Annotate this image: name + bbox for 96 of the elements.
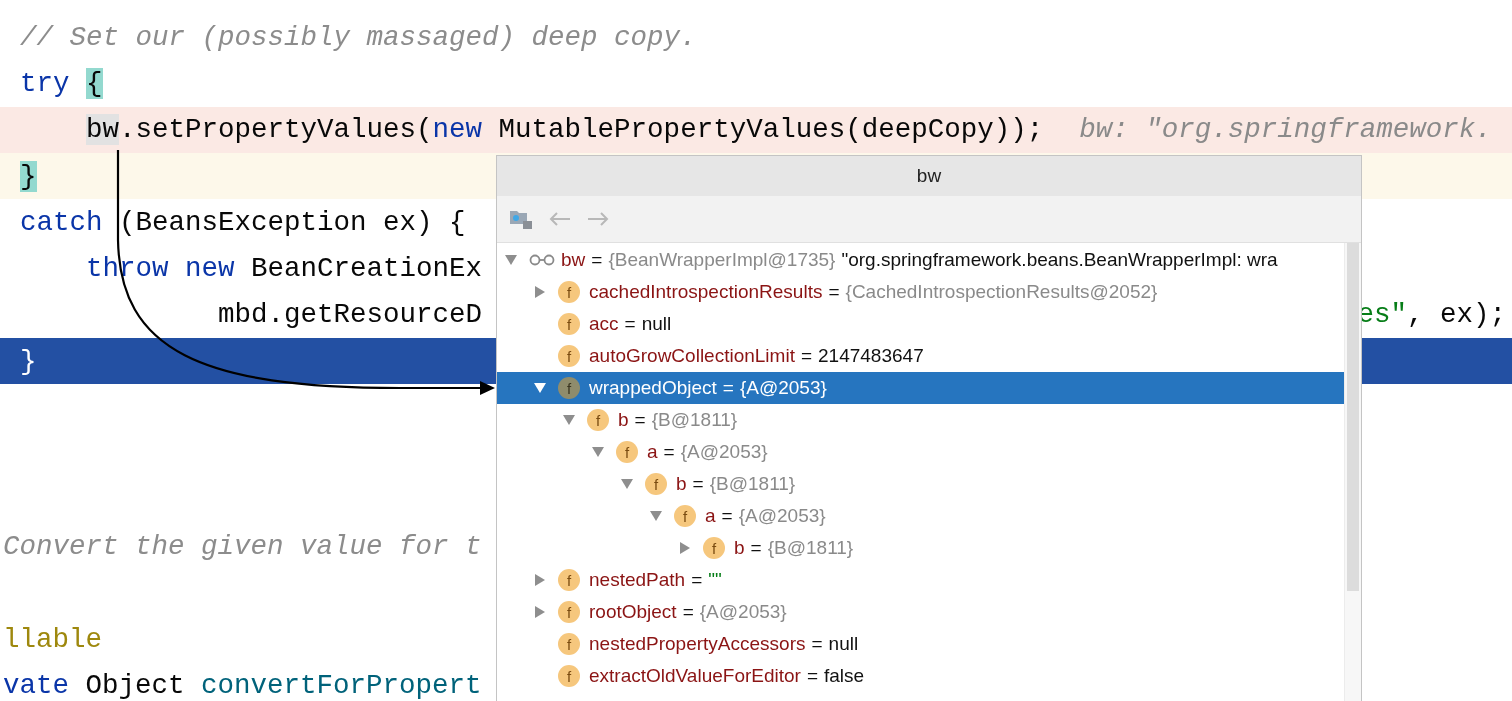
tree-row[interactable]: f b = {B@1811} [497, 468, 1344, 500]
variable-value: {A@2053} [699, 601, 787, 623]
equals-sign: = [811, 633, 823, 655]
field-icon: f [558, 313, 580, 335]
variable-value: {BeanWrapperImpl@1735} [608, 249, 836, 271]
field-icon: f [558, 569, 580, 591]
tree-row[interactable]: f nestedPath = "" [497, 564, 1344, 596]
code-line: catch (BeansException ex) { [20, 206, 466, 238]
variable-name: b [676, 473, 687, 495]
code-line: // Set our (possibly massaged) deep copy. [20, 21, 697, 53]
code-line: bw.setPropertyValues(new MutablePropertyValues(deepCopy)); [86, 114, 1044, 146]
field-icon: f [703, 537, 725, 559]
variable-value: null [641, 313, 672, 335]
equals-sign: = [722, 377, 734, 399]
variable-name: autoGrowCollectionLimit [589, 345, 795, 367]
variable-value: {A@2053} [680, 441, 768, 463]
expanded-arrow-icon[interactable] [504, 254, 518, 266]
field-icon: f [587, 409, 609, 431]
variable-value: {CachedIntrospectionResults@2052} [845, 281, 1158, 303]
tree-row[interactable]: f a = {A@2053} [497, 500, 1344, 532]
equals-sign: = [591, 249, 603, 271]
field-icon: f [558, 633, 580, 655]
code-line: try { [20, 67, 103, 99]
equals-sign: = [682, 601, 694, 623]
variable-value: "" [708, 569, 722, 591]
expanded-arrow-icon[interactable] [562, 414, 576, 426]
tree-row[interactable]: f cachedIntrospectionResults = {CachedIntrospectionResults@2052} [497, 276, 1344, 308]
code-line: vate Object convertForPropert [3, 669, 482, 701]
variable-name: rootObject [589, 601, 677, 623]
collapsed-arrow-icon[interactable] [679, 541, 691, 555]
code-line: mbd.getResourceD [218, 299, 483, 331]
tree-row[interactable]: f nestedPropertyAccessors = null [497, 628, 1344, 660]
equals-sign: = [828, 281, 840, 303]
collapsed-arrow-icon[interactable] [534, 573, 546, 587]
variable-name: a [705, 505, 716, 527]
forward-arrow-icon[interactable] [587, 212, 609, 226]
variable-value: false [824, 665, 865, 687]
variable-name: wrappedObject [589, 377, 717, 399]
field-icon: f [558, 665, 580, 687]
code-line: } [20, 345, 37, 377]
field-icon: f [558, 601, 580, 623]
collapsed-arrow-icon[interactable] [534, 285, 546, 299]
scrollbar-thumb[interactable] [1347, 243, 1359, 591]
variable-value: {B@1811} [709, 473, 796, 495]
equals-sign: = [663, 441, 675, 463]
equals-sign: = [800, 345, 813, 367]
inline-value-hint: bw: "org.springframework. [1079, 114, 1492, 146]
equals-sign: = [806, 665, 818, 687]
equals-sign: = [692, 473, 704, 495]
expanded-arrow-icon[interactable] [591, 446, 605, 458]
field-icon: f [645, 473, 667, 495]
field-icon: f [558, 377, 580, 399]
popup-title: bw [497, 156, 1361, 196]
variable-name: bw [561, 249, 586, 271]
variable-value: {B@1811} [651, 409, 738, 431]
expanded-arrow-icon[interactable] [620, 478, 634, 490]
field-icon: f [674, 505, 696, 527]
field-icon: f [558, 281, 580, 303]
glasses-icon [529, 254, 555, 266]
code-line: llable [3, 623, 103, 655]
tree-row[interactable]: f rootObject = {A@2053} [497, 596, 1344, 628]
field-icon: f [616, 441, 638, 463]
tree-row[interactable]: f autoGrowCollectionLimit = 2147483647 [497, 340, 1344, 372]
tree-row[interactable]: bw = {BeanWrapperImpl@1735} "org.springframework.beans.BeanWrapperImpl: wra [497, 244, 1344, 276]
variable-name: acc [589, 313, 619, 335]
variable-value: 2147483647 [818, 345, 924, 367]
field-icon: f [558, 345, 580, 367]
tree-row[interactable]: f b = {B@1811} [497, 404, 1344, 436]
tree-row[interactable]: f a = {A@2053} [497, 436, 1344, 468]
variable-value: {A@2053} [738, 505, 826, 527]
equals-sign: = [624, 313, 636, 335]
expanded-arrow-icon[interactable] [533, 382, 547, 394]
tree-row[interactable]: f acc = null [497, 308, 1344, 340]
back-arrow-icon[interactable] [549, 212, 571, 226]
tree-row[interactable]: f b = {B@1811} [497, 532, 1344, 564]
variable-name: nestedPath [589, 569, 686, 591]
equals-sign: = [750, 537, 762, 559]
code-line: Convert the given value for t [3, 530, 482, 562]
equals-sign: = [691, 569, 703, 591]
tree-row[interactable]: f extractOldValueForEditor = false [497, 660, 1344, 692]
value-description: "org.springframework.beans.BeanWrapperImpl: wra [841, 249, 1278, 271]
variable-value: {B@1811} [767, 537, 854, 559]
expanded-arrow-icon[interactable] [649, 510, 663, 522]
variable-name: a [647, 441, 658, 463]
variable-name: nestedPropertyAccessors [589, 633, 806, 655]
tree-row[interactable]: f wrappedObject = {A@2053} [497, 372, 1344, 404]
equals-sign: = [721, 505, 733, 527]
variable-value: {A@2053} [739, 377, 827, 399]
variable-value: null [828, 633, 859, 655]
variable-name: b [618, 409, 629, 431]
collapsed-arrow-icon[interactable] [534, 605, 546, 619]
variable-name: extractOldValueForEditor [589, 665, 801, 687]
variable-name: b [734, 537, 745, 559]
variable-name: cachedIntrospectionResults [589, 281, 823, 303]
folder-icon[interactable] [509, 208, 533, 230]
equals-sign: = [634, 409, 646, 431]
